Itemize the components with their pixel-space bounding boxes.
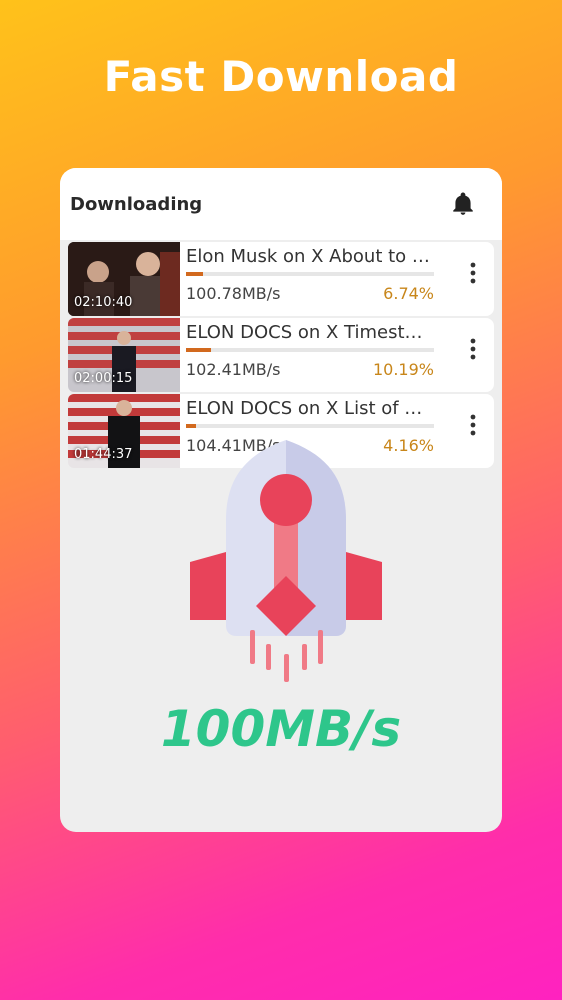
video-duration: 02:00:15 xyxy=(74,371,133,386)
more-options-icon[interactable] xyxy=(470,262,476,284)
progress-fill xyxy=(186,348,212,352)
progress-fill xyxy=(186,424,197,428)
speed-banner: 100MB/s xyxy=(160,700,402,758)
rocket-icon xyxy=(190,440,382,682)
more-options-icon[interactable] xyxy=(470,414,476,436)
progress-bar xyxy=(186,272,434,276)
download-speed: 100.78MB/s xyxy=(186,284,281,303)
card-title: Downloading xyxy=(70,194,203,215)
card-header: Downloading xyxy=(60,168,502,240)
progress-bar xyxy=(186,424,434,428)
download-row[interactable]: 02:00:15 ELON DOCS on X Timest… 102.41MB… xyxy=(68,318,494,392)
video-thumbnail[interactable]: 02:00:15 xyxy=(68,318,180,392)
video-duration: 01:44:37 xyxy=(74,447,133,462)
video-title: Elon Musk on X About to … xyxy=(186,246,430,267)
video-title: ELON DOCS on X Timest… xyxy=(186,322,423,343)
bell-icon[interactable] xyxy=(450,190,476,218)
video-title: ELON DOCS on X List of … xyxy=(186,398,423,419)
more-options-icon[interactable] xyxy=(470,338,476,360)
download-percent: 10.19% xyxy=(372,360,434,379)
download-percent: 6.74% xyxy=(383,284,434,303)
video-thumbnail[interactable]: 02:10:40 xyxy=(68,242,180,316)
download-percent: 4.16% xyxy=(383,436,434,455)
video-thumbnail[interactable]: 01:44:37 xyxy=(68,394,180,468)
download-row[interactable]: 02:10:40 Elon Musk on X About to … 100.7… xyxy=(68,242,494,316)
progress-bar xyxy=(186,348,434,352)
video-duration: 02:10:40 xyxy=(74,295,133,310)
progress-fill xyxy=(186,272,203,276)
headline: Fast Download xyxy=(103,52,459,101)
download-speed: 102.41MB/s xyxy=(186,360,281,379)
